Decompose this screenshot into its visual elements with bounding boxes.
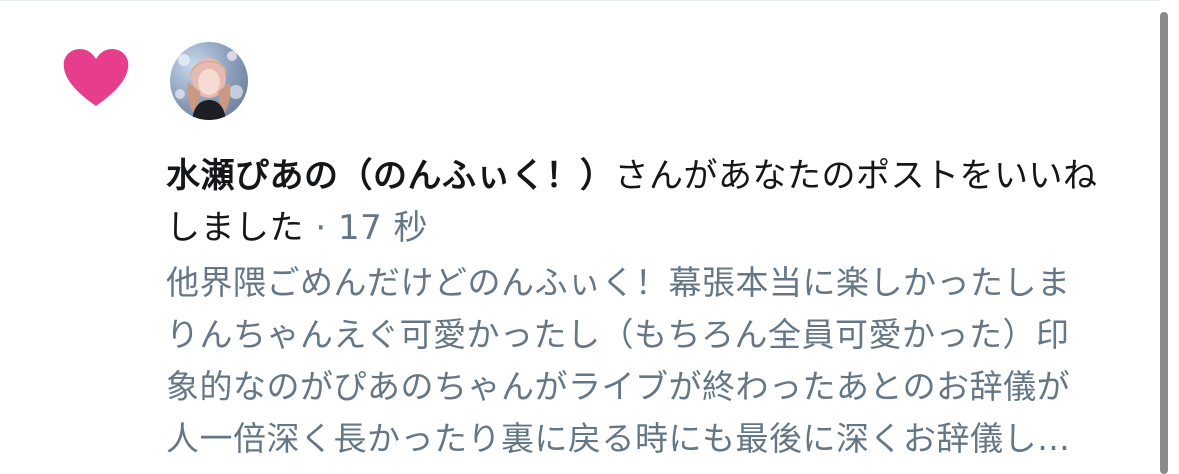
- separator: ·: [315, 208, 327, 248]
- post-preview-line: 他界隈ごめんだけどのんふぃく！幕張本当に楽しかったしま: [166, 263, 1071, 302]
- avatar[interactable]: [170, 42, 248, 120]
- post-preview[interactable]: 他界隈ごめんだけどのんふぃく！幕張本当に楽しかったしま りんちゃんえぐ可愛かった…: [166, 257, 1146, 465]
- user-name[interactable]: 水瀬ぴあの（のんふぃく！）: [166, 156, 615, 196]
- notification-headline: 水瀬ぴあの（のんふぃく！）さんがあなたのポストをいいねしました · 17 秒: [166, 150, 1146, 254]
- action-text: さんがあなたのポストをいいね: [614, 156, 1098, 196]
- scrollbar-thumb[interactable]: [1160, 12, 1168, 474]
- post-preview-line: りんちゃんえぐ可愛かったし（もちろん全員可愛かった）印: [166, 315, 1070, 354]
- post-preview-line: 人一倍深く長かったり裏に戻る時にも最後に深くお辞儀し…: [166, 419, 1071, 458]
- post-preview-line: 象的なのがぴあのちゃんがライブが終わったあとのお辞儀が: [166, 367, 1071, 406]
- action-text-cont: しました: [166, 208, 304, 248]
- like-notification[interactable]: 水瀬ぴあの（のんふぃく！）さんがあなたのポストをいいねしました · 17 秒 他…: [0, 0, 1160, 474]
- heart-icon: [62, 48, 130, 108]
- timestamp[interactable]: 17 秒: [338, 208, 428, 248]
